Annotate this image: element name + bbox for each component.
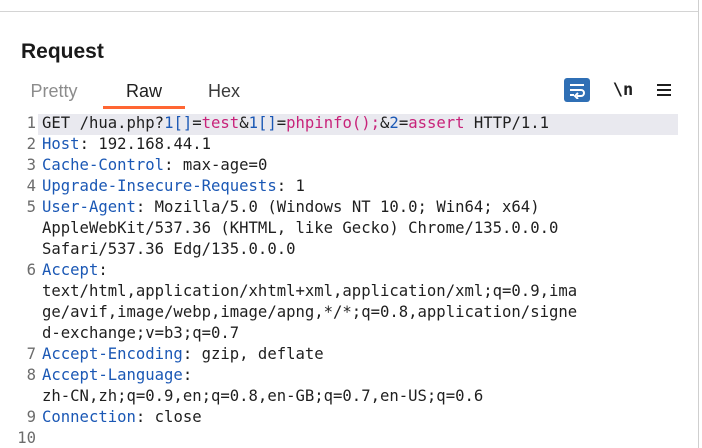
header-value-continuation[interactable]: Safari/537.36 Edg/135.0.0.0 — [42, 240, 295, 258]
http-version: HTTP/1.1 — [464, 114, 550, 132]
header-value-continuation[interactable]: text/html,application/xhtml+xml,applicat… — [42, 282, 577, 300]
header-line[interactable]: Accept-Language: — [42, 366, 192, 384]
header-name: User-Agent — [42, 198, 136, 216]
line-number: 2 — [26, 135, 36, 153]
header-value-continuation[interactable]: ge/avif,image/webp,image/apng,*/*;q=0.8,… — [42, 303, 577, 321]
line-number: 5 — [26, 198, 36, 216]
header-value-continuation[interactable]: zh-CN,zh;q=0.9,en;q=0.8,en-GB;q=0.7,en-U… — [42, 387, 483, 405]
header-value-continuation[interactable]: AppleWebKit/537.36 (KHTML, like Gecko) C… — [42, 219, 558, 237]
header-colon: : — [182, 366, 193, 384]
header-colon: : — [98, 261, 108, 279]
panel-divider[interactable] — [698, 0, 699, 448]
line-number: 3 — [26, 156, 36, 174]
line-number: 10 — [17, 429, 36, 447]
param-separator: & — [380, 114, 390, 132]
request-line[interactable]: GET /hua.php?1[]=test&1[]=phpinfo();&2=a… — [42, 114, 549, 132]
line-number: 4 — [26, 177, 36, 195]
http-method: GET — [42, 114, 71, 132]
param-separator: & — [239, 114, 249, 132]
header-value: : Mozilla/5.0 (Windows NT 10.0; Win64; x… — [135, 198, 540, 216]
line-number: 1 — [26, 114, 36, 132]
header-value: : 1 — [276, 177, 305, 195]
line-number: 6 — [26, 261, 36, 279]
panel-title: Request — [21, 40, 104, 63]
header-name: Host — [42, 135, 80, 153]
show-newlines-button[interactable]: \n — [610, 78, 636, 102]
header-value: : 192.168.44.1 — [79, 135, 211, 153]
param-value: phpinfo(); — [286, 114, 381, 132]
header-line[interactable]: Accept: — [42, 261, 108, 279]
header-name: Cache-Control — [42, 156, 165, 174]
param-equals: = — [276, 114, 287, 132]
header-line[interactable]: Accept-Encoding: gzip, deflate — [42, 345, 324, 363]
header-line[interactable]: User-Agent: Mozilla/5.0 (Windows NT 10.0… — [42, 198, 540, 216]
param-equals: = — [398, 114, 409, 132]
param-value: assert — [408, 114, 465, 132]
options-menu-button[interactable] — [652, 78, 676, 102]
header-value: : max-age=0 — [164, 156, 268, 174]
header-line[interactable]: Upgrade-Insecure-Requests: 1 — [42, 177, 305, 195]
header-name: Accept — [42, 261, 99, 279]
view-tabs: Pretty Raw Hex — [0, 78, 698, 109]
param-value: test — [201, 114, 240, 132]
header-line[interactable]: Host: 192.168.44.1 — [42, 135, 211, 153]
word-wrap-icon — [570, 84, 585, 99]
param-name: 2 — [389, 114, 399, 132]
header-name: Accept-Encoding — [42, 345, 183, 363]
raw-request-editor[interactable]: 1 GET /hua.php?1[]=test&1[]=phpinfo();&2… — [0, 114, 698, 448]
window-top-bar — [0, 0, 698, 12]
header-value: : gzip, deflate — [182, 345, 324, 363]
header-line[interactable]: Connection: close — [42, 408, 202, 426]
param-equals: = — [192, 114, 202, 132]
header-value: : close — [135, 408, 202, 426]
param-name: 1[] — [164, 114, 193, 132]
hamburger-menu-icon — [657, 84, 671, 96]
tab-raw[interactable]: Raw — [103, 78, 185, 109]
tab-pretty[interactable]: Pretty — [20, 78, 88, 106]
header-name: Upgrade-Insecure-Requests — [42, 177, 277, 195]
word-wrap-button[interactable] — [564, 78, 590, 102]
line-number: 7 — [26, 345, 36, 363]
tab-hex[interactable]: Hex — [194, 78, 254, 106]
param-name: 1[] — [248, 114, 277, 132]
line-number: 8 — [26, 366, 36, 384]
header-value-continuation[interactable]: d-exchange;v=b3;q=0.7 — [42, 324, 239, 342]
header-line[interactable]: Cache-Control: max-age=0 — [42, 156, 267, 174]
line-number: 9 — [26, 408, 36, 426]
request-path: /hua.php? — [79, 114, 165, 132]
header-name: Accept-Language — [42, 366, 183, 384]
header-name: Connection — [42, 408, 136, 426]
